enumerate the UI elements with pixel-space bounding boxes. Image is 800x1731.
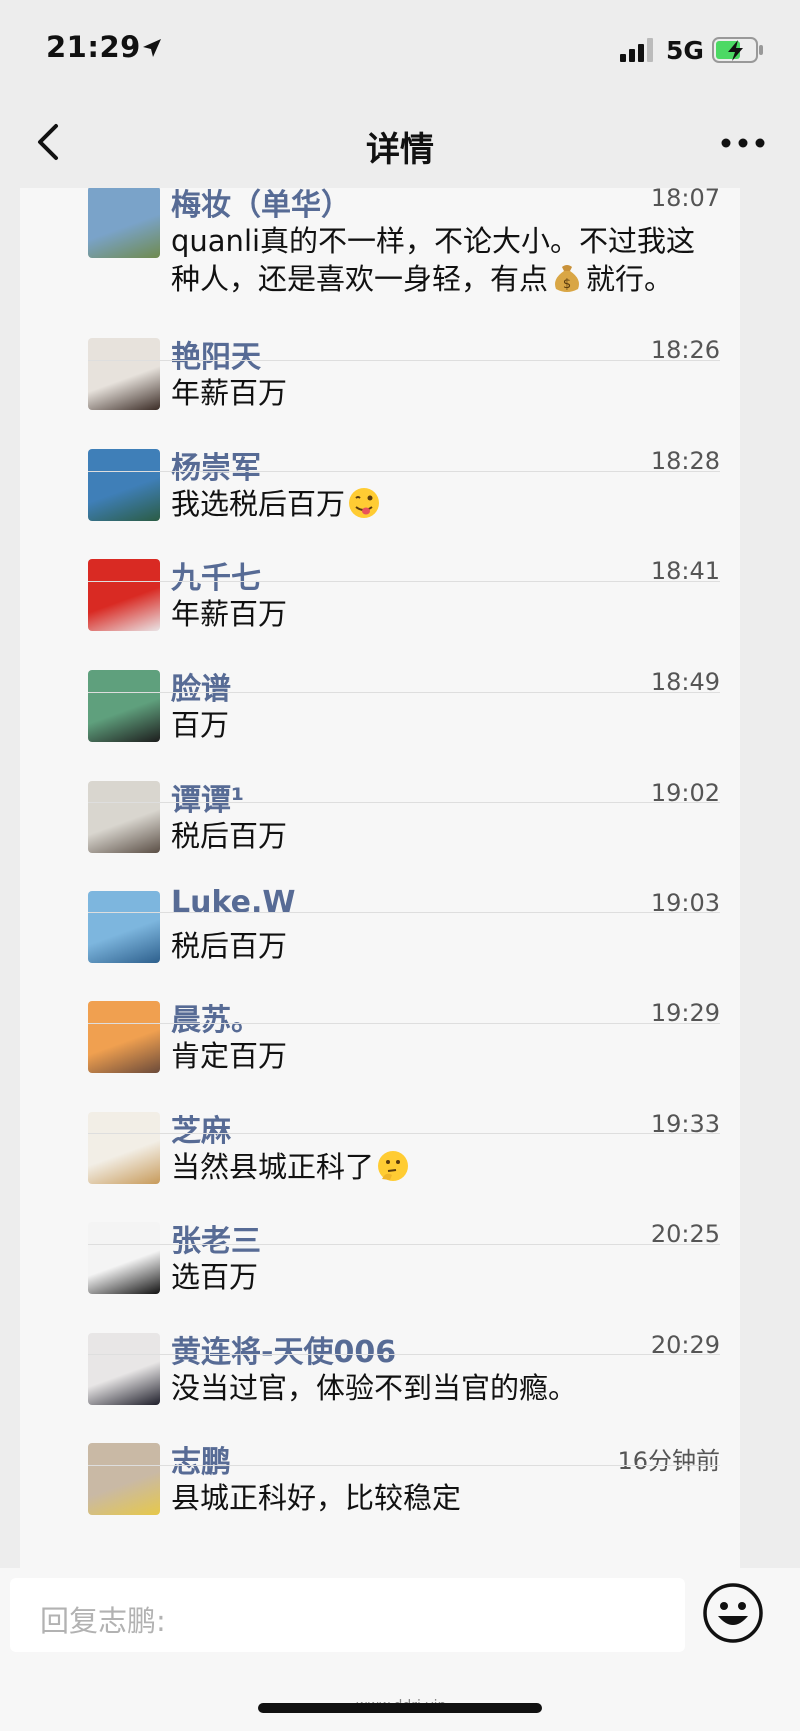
avatar[interactable]: [88, 1001, 160, 1073]
comment-text: 年薪百万: [171, 374, 716, 412]
more-options-icon[interactable]: [718, 128, 768, 158]
avatar[interactable]: [88, 1222, 160, 1294]
reply-input[interactable]: 回复志鹏:: [10, 1578, 685, 1652]
avatar[interactable]: [88, 670, 160, 742]
emoji-button-icon[interactable]: [702, 1582, 764, 1644]
avatar[interactable]: [88, 891, 160, 963]
nav-bar: 详情: [0, 100, 800, 188]
separator: [88, 1133, 720, 1134]
commenter-name[interactable]: 谭谭¹: [171, 775, 244, 819]
comment-text: quanli真的不一样，不论大小。不过我这种人，还是喜欢一身轻，有点 $ 就行。: [171, 222, 716, 298]
comment-text: 百万: [171, 706, 716, 744]
commenter-name[interactable]: 梅妆（单华）: [171, 188, 351, 224]
comment-text-part: 税后百万: [171, 929, 288, 963]
commenter-name[interactable]: 晨苏。: [171, 995, 261, 1039]
separator: [88, 360, 720, 361]
comment-text-part: 县城正科好，比较稳定: [171, 1481, 462, 1515]
separator: [88, 581, 720, 582]
comment-text: 我选税后百万: [171, 485, 716, 523]
comment-text-part: 肯定百万: [171, 1039, 288, 1073]
avatar[interactable]: [88, 1112, 160, 1184]
avatar[interactable]: [88, 559, 160, 631]
comment-text-part: 年薪百万: [171, 597, 288, 631]
separator: [88, 1354, 720, 1355]
commenter-name[interactable]: 张老三: [171, 1216, 261, 1260]
separator: [88, 1023, 720, 1024]
comment-text: 当然县城正科了: [171, 1148, 716, 1186]
comment-text-part: 我选税后百万: [171, 487, 346, 521]
commenter-name[interactable]: 艳阳天: [171, 332, 261, 376]
comment-text-part: 税后百万: [171, 819, 288, 853]
signal-icon: [620, 38, 653, 62]
status-time: 21:29: [46, 30, 141, 64]
home-indicator: [258, 1703, 542, 1713]
money-bag-emoji: $: [550, 261, 584, 295]
comment-text: 没当过官，体验不到当官的瘾。: [171, 1369, 716, 1407]
commenter-name[interactable]: 杨崇军: [171, 443, 261, 487]
avatar[interactable]: [88, 188, 160, 258]
separator: [88, 1465, 720, 1466]
comment-text-part: 年薪百万: [171, 376, 288, 410]
status-bar: 21:29 5G: [0, 0, 800, 100]
commenter-name[interactable]: 志鹏: [171, 1437, 231, 1481]
comment-text-part: 百万: [171, 708, 230, 742]
comment-text: 税后百万: [171, 927, 716, 965]
separator: [88, 692, 720, 693]
comment-text: 县城正科好，比较稳定: [171, 1479, 716, 1517]
svg-text:$: $: [563, 277, 571, 292]
commenter-name[interactable]: 黄连将-天使006: [171, 1327, 396, 1371]
separator: [88, 471, 720, 472]
comment-text-part: 就行。: [586, 262, 674, 296]
thinking-emoji: [376, 1149, 410, 1183]
comment-text: 税后百万: [171, 817, 716, 855]
avatar[interactable]: [88, 781, 160, 853]
comment-text: 肯定百万: [171, 1037, 716, 1075]
comment-time: 16分钟前: [617, 1447, 720, 1475]
separator: [88, 802, 720, 803]
comment-text-part: 选百万: [171, 1260, 259, 1294]
comment-text-part: 没当过官，体验不到当官的瘾。: [171, 1371, 578, 1405]
reply-bar: 回复志鹏: www.ddrj.vip: [0, 1568, 800, 1731]
winking-tongue-emoji: [347, 486, 381, 520]
commenter-name[interactable]: Luke.W: [171, 885, 295, 920]
commenter-name[interactable]: 脸谱: [171, 664, 231, 708]
comment-time: 18:07: [650, 188, 720, 212]
commenter-name[interactable]: 九千七: [171, 553, 261, 597]
avatar[interactable]: [88, 449, 160, 521]
comments-panel: 梅妆（单华） 18:07 quanli真的不一样，不论大小。不过我这种人，还是喜欢一…: [20, 188, 740, 1568]
comment-text-part: 当然县城正科了: [171, 1150, 375, 1184]
avatar[interactable]: [88, 1333, 160, 1405]
avatar[interactable]: [88, 1443, 160, 1515]
comment-text: 年薪百万: [171, 595, 716, 633]
battery-icon: [712, 37, 763, 63]
separator: [88, 1244, 720, 1245]
page-title: 详情: [366, 130, 434, 170]
separator: [88, 912, 720, 913]
avatar[interactable]: [88, 338, 160, 410]
location-arrow-icon: [143, 39, 161, 57]
comment-text: 选百万: [171, 1258, 716, 1296]
commenter-name[interactable]: 芝麻: [171, 1106, 231, 1150]
network-type: 5G: [666, 36, 704, 65]
reply-placeholder: 回复志鹏:: [40, 1604, 166, 1638]
